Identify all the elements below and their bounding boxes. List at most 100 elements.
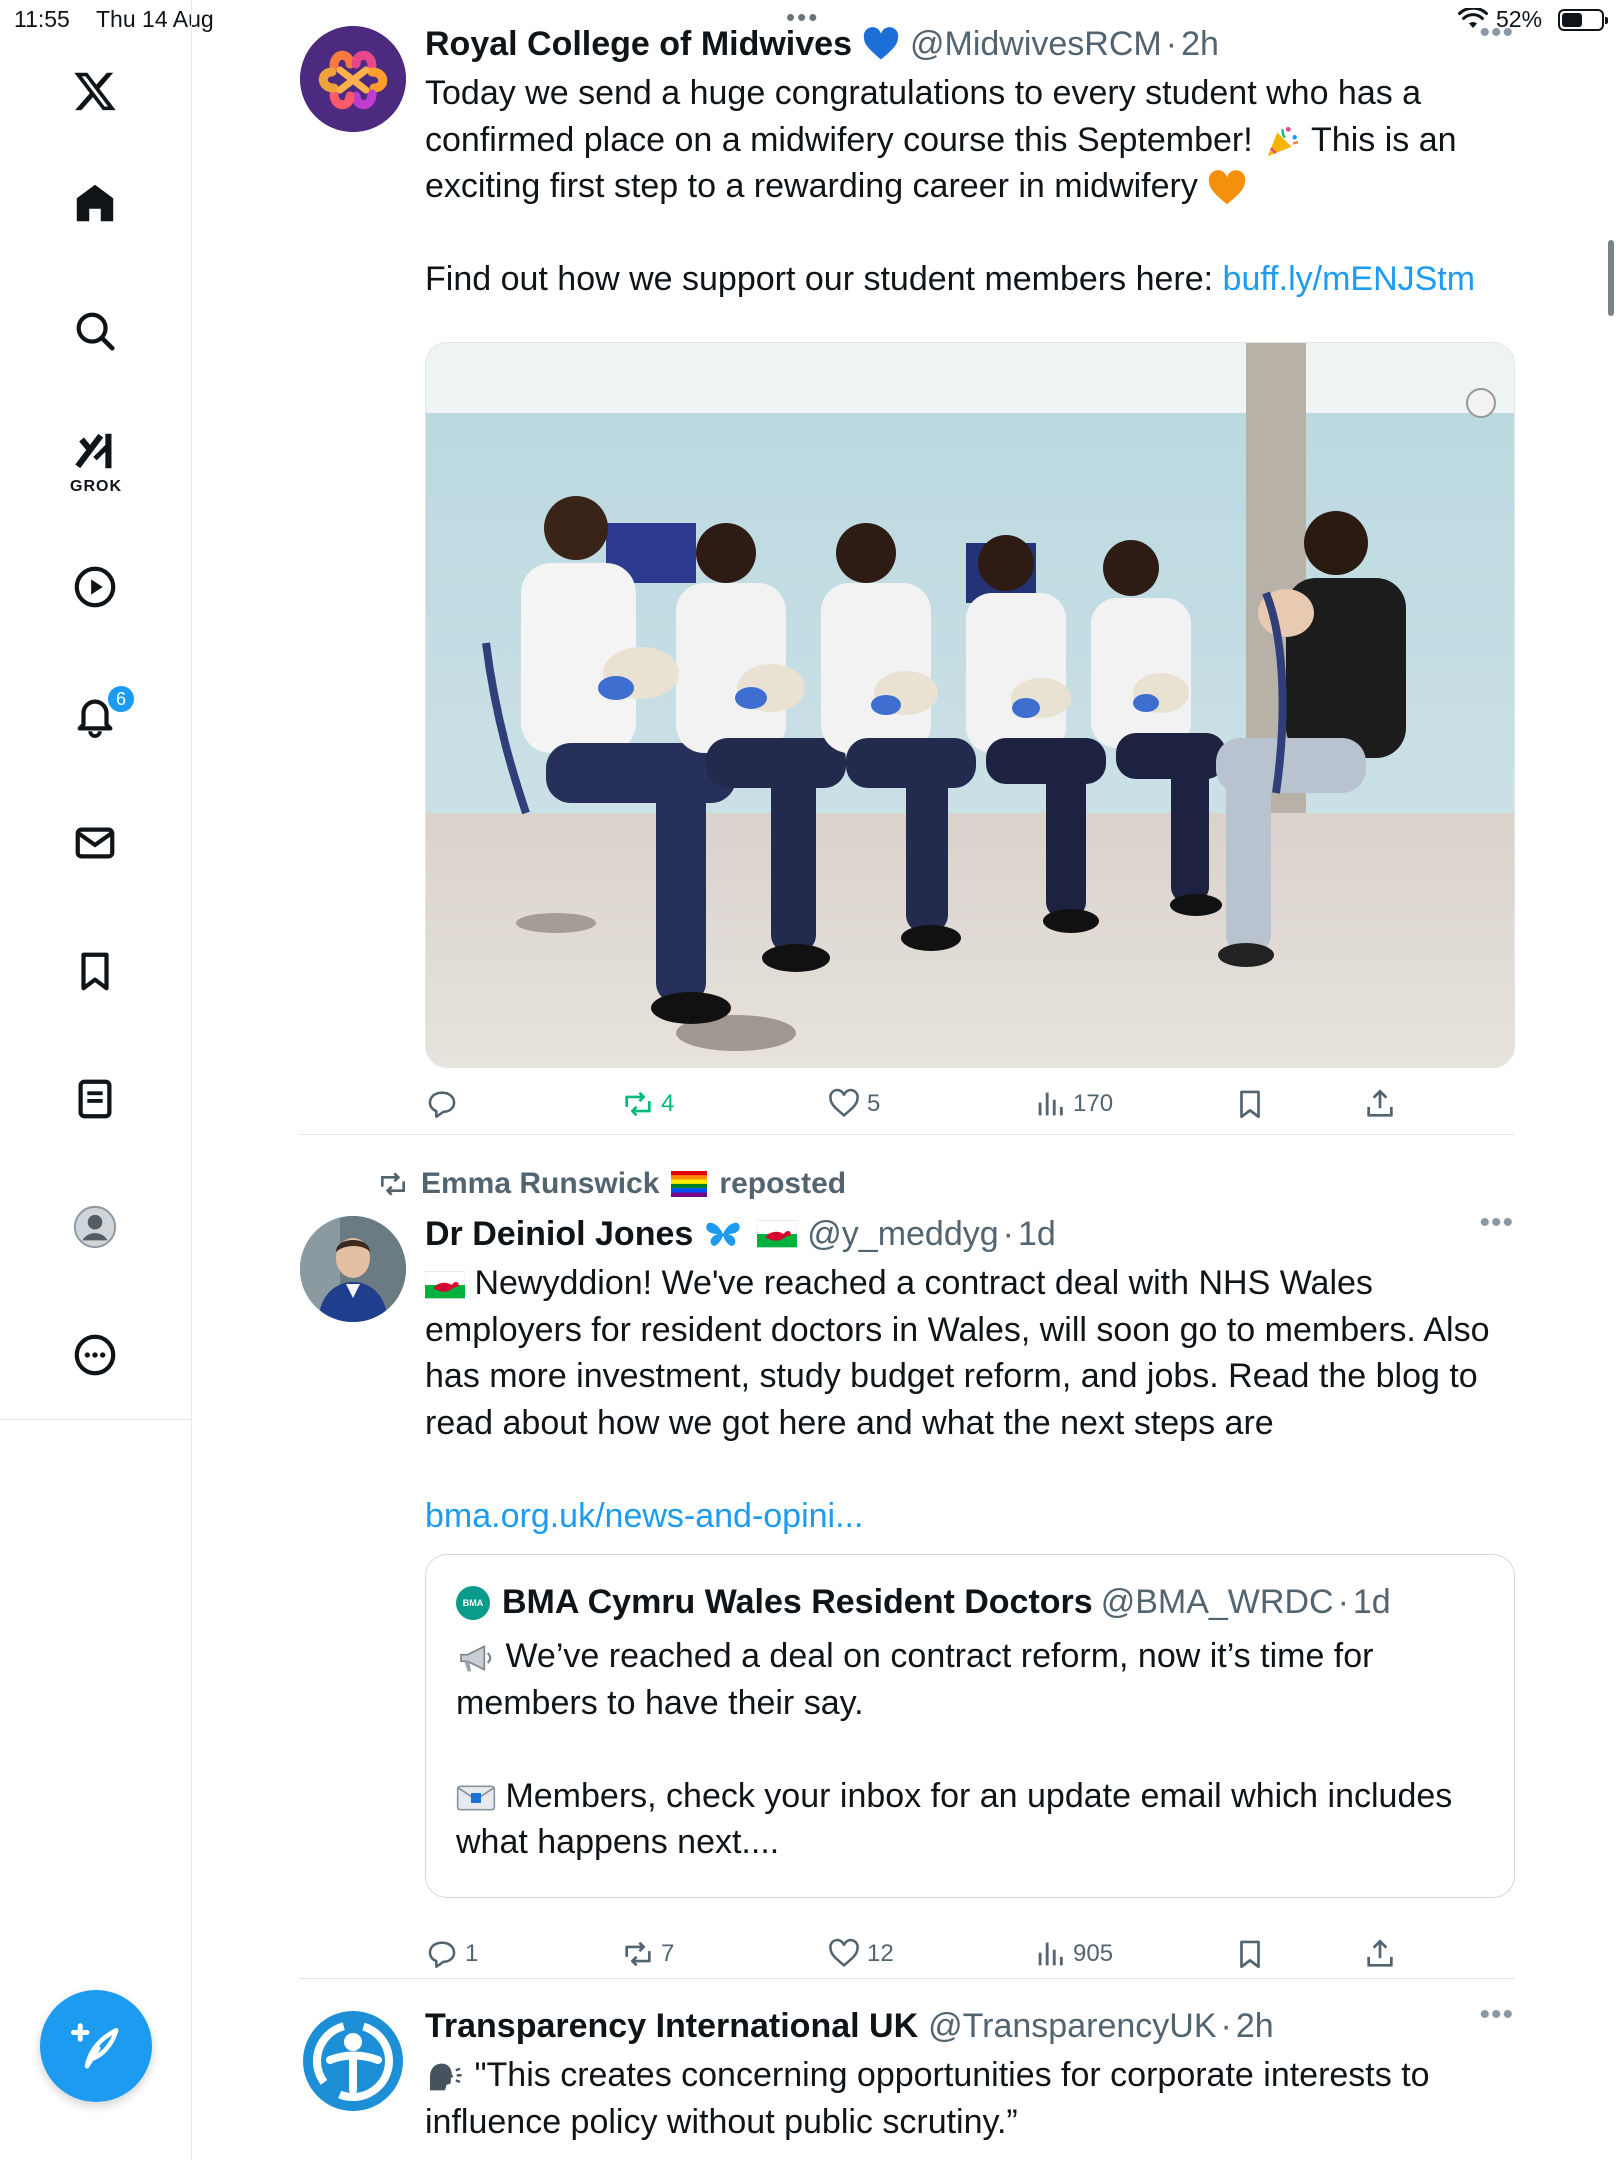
bookmark-button[interactable] (1233, 1084, 1267, 1124)
tweet-text-part-1: Newyddion! We've reached a contract deal… (425, 1264, 1490, 1442)
reply-count: 1 (465, 1940, 479, 1967)
repost-count: 7 (661, 1940, 675, 1967)
tweet-actions: 4 5 170 (425, 1084, 1425, 1124)
share-icon (1367, 1089, 1393, 1117)
welsh-flag-icon (425, 1271, 465, 1299)
bookmark-icon (1240, 1940, 1260, 1969)
quote-author-handle[interactable]: @BMA_WRDC (1101, 1583, 1334, 1622)
welsh-flag-icon (757, 1220, 798, 1248)
like-count: 12 (867, 1940, 894, 1967)
search-icon[interactable] (68, 304, 122, 358)
more-options-icon[interactable]: ••• (1479, 1206, 1514, 1240)
tweet-card[interactable]: Emma Runswick reposted Dr Deiniol Jones … (300, 1164, 1515, 1969)
bookmark-icon[interactable] (68, 944, 122, 998)
tweet-time[interactable]: 2h (1236, 2007, 1274, 2046)
notifications-badge: 6 (106, 684, 136, 714)
tweet-text-part-1: "This creates concerning opportunities f… (425, 2056, 1430, 2141)
battery-icon (1558, 9, 1608, 31)
tweet-link[interactable]: buff.ly/mENJStm (1223, 260, 1476, 298)
sidebar: GROK 6 (0, 0, 192, 2160)
tweet-divider (300, 1978, 1514, 1979)
email-envelope-icon (456, 1785, 496, 1811)
rcm-logo-icon (300, 26, 406, 132)
share-button[interactable] (1363, 1934, 1397, 1974)
author-name[interactable]: Dr Deiniol Jones (425, 1215, 693, 1254)
reply-button[interactable]: 1 (425, 1934, 478, 1974)
tweet-header: Royal College of Midwives @MidwivesRCM ·… (425, 24, 1219, 64)
bookmark-button[interactable] (1233, 1934, 1267, 1974)
bookmark-icon (1240, 1090, 1260, 1119)
rainbow-flag-icon (671, 1171, 708, 1197)
tweet-actions: 1 7 12 905 (425, 1934, 1425, 1974)
author-handle[interactable]: @y_meddyg (807, 1215, 998, 1254)
more-options-icon[interactable]: ••• (1479, 1998, 1514, 2032)
more-options-icon[interactable]: ••• (1479, 16, 1514, 50)
dot-separator: · (1002, 1214, 1014, 1253)
tweet-text: "This creates concerning opportunities f… (425, 2052, 1515, 2145)
views-icon (1038, 1092, 1063, 1116)
speaking-head-icon (430, 2063, 462, 2091)
repost-button[interactable]: 7 (621, 1934, 674, 1974)
tweet-card[interactable]: Transparency International UK @Transpare… (300, 1998, 1515, 2160)
profile-photo (300, 1216, 406, 1322)
author-handle[interactable]: @TransparencyUK (928, 2007, 1216, 2046)
avatar[interactable] (300, 2008, 406, 2114)
compose-button[interactable] (40, 1990, 152, 2102)
quote-time[interactable]: 1d (1353, 1583, 1391, 1622)
author-name[interactable]: Royal College of Midwives (425, 25, 852, 64)
tweet-photo[interactable] (425, 342, 1515, 1068)
heart-icon (829, 1088, 859, 1117)
quoted-tweet[interactable]: BMA BMA Cymru Wales Resident Doctors @BM… (425, 1554, 1515, 1898)
tweet-text: Today we send a huge congratulations to … (425, 70, 1515, 303)
like-button[interactable]: 12 (827, 1934, 894, 1974)
reply-icon (428, 1941, 456, 1969)
reply-button[interactable] (425, 1084, 465, 1124)
heart-icon (829, 1938, 859, 1967)
tweet-time[interactable]: 2h (1181, 25, 1219, 64)
lists-icon[interactable] (68, 1072, 122, 1126)
avatar[interactable] (300, 26, 406, 132)
tweet-text: Newyddion! We've reached a contract deal… (425, 1260, 1515, 1539)
author-handle[interactable]: @MidwivesRCM (910, 25, 1162, 64)
profile-icon[interactable] (68, 1200, 122, 1254)
tweet-divider (300, 1134, 1514, 1135)
blue-heart-icon (863, 27, 899, 60)
repost-button[interactable]: 4 (621, 1084, 674, 1124)
share-icon (1367, 1939, 1393, 1967)
views-button[interactable]: 905 (1033, 1934, 1113, 1974)
tweet-card[interactable]: Royal College of Midwives @MidwivesRCM ·… (300, 16, 1515, 1119)
more-icon[interactable] (68, 1328, 122, 1382)
quote-header: BMA BMA Cymru Wales Resident Doctors @BM… (456, 1583, 1391, 1622)
orange-heart-icon (1209, 170, 1246, 205)
repost-banner[interactable]: Emma Runswick reposted (377, 1164, 846, 1204)
avatar[interactable] (300, 1216, 406, 1322)
author-name[interactable]: Transparency International UK (425, 2007, 918, 2046)
grok-icon[interactable] (68, 424, 122, 478)
compose-icon (71, 2023, 119, 2069)
views-button[interactable]: 170 (1033, 1084, 1113, 1124)
x-logo-icon[interactable] (68, 64, 122, 118)
repost-icon (381, 1172, 405, 1196)
dot-separator: · (1165, 24, 1178, 63)
reposter-name[interactable]: Emma Runswick (421, 1167, 659, 1201)
tweet-time[interactable]: 1d (1018, 1215, 1056, 1254)
reply-icon (428, 1091, 456, 1119)
scrollbar-thumb[interactable] (1608, 240, 1614, 316)
views-icon (1038, 1942, 1063, 1966)
like-button[interactable]: 5 (827, 1084, 880, 1124)
party-popper-icon (1267, 126, 1299, 156)
quote-author-name[interactable]: BMA Cymru Wales Resident Doctors (502, 1583, 1093, 1622)
quote-avatar[interactable]: BMA (456, 1585, 490, 1620)
mail-icon[interactable] (68, 816, 122, 870)
quote-text: We’ve reached a deal on contract reform,… (456, 1633, 1476, 1866)
grok-label: GROK (70, 478, 122, 495)
home-icon[interactable] (68, 176, 122, 230)
quote-text-part-1: We’ve reached a deal on contract reform,… (456, 1637, 1374, 1722)
video-icon[interactable] (68, 560, 122, 614)
tweet-link[interactable]: bma.org.uk/news-and-opini... (425, 1497, 863, 1535)
transparency-international-logo-icon (303, 2011, 403, 2111)
repost-count: 4 (661, 1090, 675, 1117)
reposted-label: reposted (719, 1167, 847, 1200)
repost-icon (625, 1091, 651, 1117)
share-button[interactable] (1363, 1084, 1397, 1124)
